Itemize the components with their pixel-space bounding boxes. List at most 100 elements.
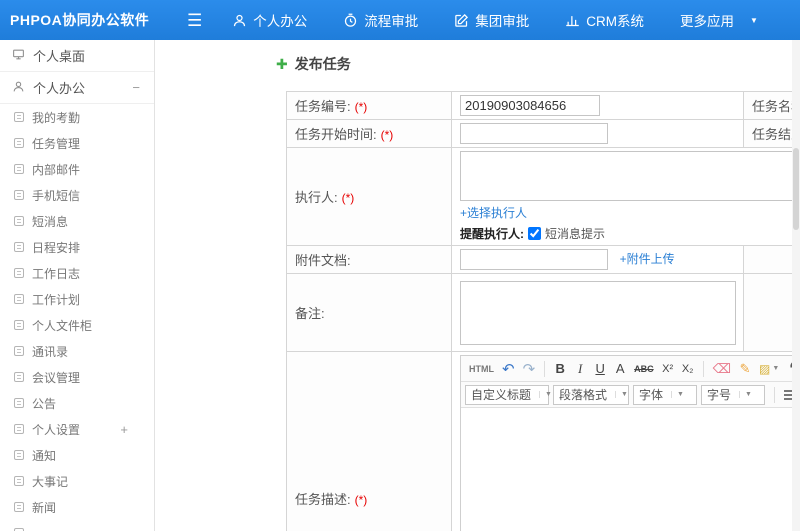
sidebar-item-partial[interactable] bbox=[0, 520, 154, 531]
page-title-text: 发布任务 bbox=[294, 56, 351, 72]
sidebar-item-label: 会议管理 bbox=[32, 370, 81, 385]
page-scrollbar[interactable] bbox=[792, 40, 800, 531]
sidebar-item-label: 短消息 bbox=[32, 214, 69, 229]
sidebar: 个人桌面 个人办公 − 我的考勤 任务管理 内部邮件 手机短信 短消息 日程安排… bbox=[0, 40, 155, 531]
menu-toggle-icon[interactable]: ☰ bbox=[187, 12, 202, 29]
nav-group-approval[interactable]: 集团审批 bbox=[454, 10, 529, 30]
row-attachment: 附件文档: +附件上传 bbox=[286, 245, 800, 274]
custom-title-select[interactable]: 自定义标题 ▼ bbox=[465, 384, 552, 405]
collapse-icon[interactable]: − bbox=[132, 80, 140, 95]
app-logo[interactable]: PHPOA协同办公软件 bbox=[0, 10, 155, 30]
task-number-input[interactable] bbox=[460, 95, 600, 116]
attachment-upload-link[interactable]: +附件上传 bbox=[620, 250, 675, 267]
sidebar-item-label: 内部邮件 bbox=[32, 162, 81, 177]
attachment-input[interactable] bbox=[460, 249, 608, 270]
sidebar-item-mobile-sms[interactable]: 手机短信 bbox=[0, 182, 154, 208]
executor-label: 执行人: bbox=[295, 190, 338, 205]
doc-icon bbox=[14, 164, 24, 174]
remark-textarea[interactable] bbox=[460, 280, 736, 345]
sidebar-item-label: 新闻 bbox=[32, 500, 57, 515]
sidebar-item-address-book[interactable]: 通讯录 bbox=[0, 338, 154, 364]
required-mark: (*) bbox=[341, 191, 355, 205]
italic-button[interactable]: I bbox=[571, 359, 589, 379]
chevron-down-icon[interactable]: ▼ bbox=[750, 16, 758, 25]
sidebar-item-work-log[interactable]: 工作日志 bbox=[0, 260, 154, 286]
sidebar-item-attendance[interactable]: 我的考勤 bbox=[0, 104, 154, 130]
sidebar-item-label: 大事记 bbox=[32, 474, 69, 489]
desktop-icon bbox=[12, 48, 33, 64]
select-executor-link[interactable]: +选择执行人 bbox=[460, 204, 527, 221]
description-label: 任务描述: bbox=[295, 491, 351, 507]
sms-remind-checkbox[interactable] bbox=[528, 227, 541, 240]
sidebar-item-work-plan[interactable]: 工作计划 bbox=[0, 286, 154, 312]
sidebar-item-personal-office[interactable]: 个人办公 − bbox=[0, 72, 154, 104]
doc-icon bbox=[14, 216, 24, 226]
undo-icon[interactable]: ↶ bbox=[499, 359, 518, 379]
editor-content-area[interactable] bbox=[461, 408, 800, 531]
sidebar-item-internal-mail[interactable]: 内部邮件 bbox=[0, 156, 154, 182]
html-source-button[interactable]: HTML bbox=[466, 359, 497, 379]
chart-icon bbox=[565, 13, 580, 28]
sidebar-item-label: 任务管理 bbox=[32, 136, 81, 151]
underline-button[interactable]: U bbox=[591, 359, 609, 379]
sidebar-item-notification[interactable]: 通知 bbox=[0, 442, 154, 468]
font-style-button[interactable]: A bbox=[611, 359, 629, 379]
nav-personal-office[interactable]: 个人办公 bbox=[232, 10, 307, 30]
sms-remind-label: 短消息提示 bbox=[545, 227, 606, 241]
start-time-input[interactable] bbox=[460, 123, 608, 144]
sidebar-item-personal-settings[interactable]: 个人设置 + bbox=[0, 416, 154, 442]
page-title: ✚ 发布任务 bbox=[276, 54, 800, 74]
expand-icon[interactable]: + bbox=[120, 422, 128, 437]
nav-crm-system[interactable]: CRM系统 bbox=[565, 10, 644, 30]
nav-more-apps[interactable]: 更多应用 ▼ bbox=[680, 10, 758, 30]
sidebar-item-news[interactable]: 新闻 bbox=[0, 494, 154, 520]
required-mark: (*) bbox=[380, 128, 394, 142]
sidebar-item-label: 个人办公 bbox=[33, 81, 86, 96]
required-mark: (*) bbox=[354, 100, 368, 114]
doc-icon bbox=[14, 450, 24, 460]
clock-icon bbox=[343, 13, 358, 28]
row-task-number: 任务编号:(*) 任务名称:(*) bbox=[286, 91, 800, 120]
sidebar-item-label: 公告 bbox=[32, 396, 57, 411]
bold-button[interactable]: B bbox=[551, 359, 569, 379]
sidebar-item-task-management[interactable]: 任务管理 bbox=[0, 130, 154, 156]
doc-icon bbox=[14, 346, 24, 356]
fill-glyph: ▨ bbox=[759, 361, 771, 376]
sidebar-item-announcement[interactable]: 公告 bbox=[0, 390, 154, 416]
doc-icon bbox=[14, 112, 24, 122]
doc-icon bbox=[14, 320, 24, 330]
remove-format-icon[interactable]: ⌫ bbox=[710, 359, 734, 379]
nav-process-approval[interactable]: 流程审批 bbox=[343, 10, 418, 30]
redo-icon[interactable]: ↷ bbox=[520, 359, 539, 379]
sidebar-item-file-cabinet[interactable]: 个人文件柜 bbox=[0, 312, 154, 338]
row-executor: 执行人: (*) +选择执行人 提醒执行人: 短消息提示 bbox=[286, 147, 800, 246]
format-painter-icon[interactable]: ✎ bbox=[736, 359, 754, 379]
select-label: 字号 bbox=[707, 388, 732, 402]
doc-icon bbox=[14, 372, 24, 382]
attachment-label: 附件文档: bbox=[295, 253, 351, 268]
nav-label: 集团审批 bbox=[475, 14, 530, 29]
executor-textarea[interactable] bbox=[460, 151, 800, 201]
editor-toolbar-row1: HTML ↶ ↷ B I U A ABC X² X₂ ⌫ ✎ ▨ ▼ bbox=[461, 356, 800, 382]
scrollbar-thumb[interactable] bbox=[793, 148, 799, 230]
subscript-button[interactable]: X₂ bbox=[679, 359, 697, 379]
sidebar-item-label: 我的考勤 bbox=[32, 110, 81, 125]
sidebar-item-schedule[interactable]: 日程安排 bbox=[0, 234, 154, 260]
font-family-select[interactable]: 字体 ▼ bbox=[633, 384, 697, 405]
highlight-color-icon[interactable]: ▨ ▼ bbox=[756, 359, 782, 379]
sidebar-item-short-message[interactable]: 短消息 bbox=[0, 208, 154, 234]
doc-icon bbox=[14, 476, 24, 486]
sidebar-item-label: 个人桌面 bbox=[33, 49, 86, 64]
task-number-label: 任务编号: bbox=[295, 99, 351, 114]
paragraph-format-select[interactable]: 段落格式 ▼ bbox=[553, 384, 629, 405]
strikethrough-button[interactable]: ABC bbox=[631, 359, 657, 379]
sidebar-item-milestones[interactable]: 大事记 bbox=[0, 468, 154, 494]
nav-label: CRM系统 bbox=[586, 14, 644, 29]
superscript-button[interactable]: X² bbox=[659, 359, 677, 379]
sidebar-item-desktop[interactable]: 个人桌面 bbox=[0, 40, 154, 72]
sidebar-item-meeting[interactable]: 会议管理 bbox=[0, 364, 154, 390]
font-size-select[interactable]: 字号 ▼ bbox=[701, 384, 765, 405]
remind-executor-label: 提醒执行人: bbox=[460, 227, 524, 241]
doc-icon bbox=[14, 138, 24, 148]
required-mark: (*) bbox=[354, 492, 368, 507]
